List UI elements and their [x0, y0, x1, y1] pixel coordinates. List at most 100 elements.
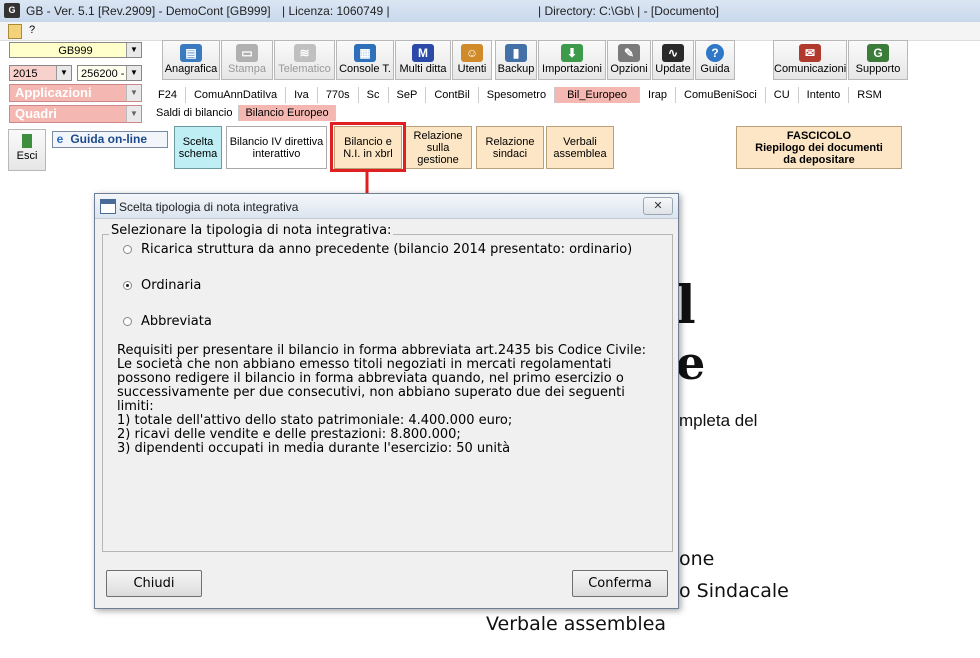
menu-bar: ?	[0, 22, 980, 41]
year-select[interactable]: 2015 ▼	[9, 65, 72, 81]
scelta-schema-button[interactable]: Scelta schema	[174, 126, 222, 169]
tab-contbil[interactable]: ContBil	[426, 87, 479, 103]
opzioni-button[interactable]: ✎ Opzioni	[607, 40, 651, 80]
requirements-line: possono redigere il bilancio in forma ab…	[117, 371, 624, 386]
chevron-down-icon[interactable]: ▼	[126, 85, 141, 101]
radio-abbreviata[interactable]: Abbreviata	[123, 314, 323, 330]
dialog-title-bar[interactable]: Scelta tipologia di nota integrativa ✕	[95, 194, 678, 219]
tab-saldi-di-bilancio[interactable]: Saldi di bilancio	[150, 105, 240, 121]
radio-button[interactable]	[123, 245, 132, 254]
requirements-line: 2) ricavi delle vendite e delle prestazi…	[117, 427, 461, 442]
radio-button-selected[interactable]	[123, 281, 132, 290]
multi-ditta-button[interactable]: M Multi ditta	[395, 40, 451, 80]
chevron-down-icon[interactable]: ▼	[126, 66, 141, 80]
module-tabs: F24 ComuAnnDatiIva Iva 770s Sc SeP ContB…	[150, 87, 890, 103]
verbali-button[interactable]: Verbali assemblea	[546, 126, 614, 169]
fascicolo-button[interactable]: FASCICOLO Riepilogo dei documenti da dep…	[736, 126, 902, 169]
importazioni-button[interactable]: ⬇ Importazioni	[538, 40, 606, 80]
company-select[interactable]: GB999 ▼	[9, 42, 142, 58]
comunicazioni-label: Comunicazioni	[774, 63, 847, 75]
guida-online-label: Guida on-line	[70, 132, 148, 146]
applicazioni-select[interactable]: Applicazioni ▼	[9, 84, 142, 102]
update-button[interactable]: ∿ Update	[652, 40, 694, 80]
tab-comuanndatiiva[interactable]: ComuAnnDatiIva	[186, 87, 287, 103]
guida-online-button[interactable]: e Guida on-line	[52, 131, 168, 148]
relazione-gestione-button[interactable]: Relazione sulla gestione	[404, 126, 472, 169]
esci-label: Esci	[16, 150, 38, 162]
supporto-label: Supporto	[855, 63, 901, 75]
supporto-button[interactable]: G Supporto	[848, 40, 908, 80]
update-icon: ∿	[662, 44, 684, 62]
tab-irap[interactable]: Irap	[640, 87, 676, 103]
bg-text-sindacale: o Sindacale	[679, 580, 789, 602]
quadri-label: Quadri	[15, 106, 57, 121]
tab-bil-europeo[interactable]: Bil_Europeo	[555, 87, 641, 103]
fascicolo-line3: da depositare	[783, 153, 855, 166]
chevron-down-icon[interactable]: ▼	[126, 43, 141, 57]
tab-bilancio-europeo[interactable]: Bilancio Europeo	[239, 105, 336, 121]
guida-button[interactable]: ? Guida	[695, 40, 735, 80]
tab-intento[interactable]: Intento	[799, 87, 850, 103]
multi-ditta-label: Multi ditta	[399, 63, 447, 75]
comunicazioni-icon: ✉	[799, 44, 821, 62]
tab-sep[interactable]: SeP	[389, 87, 427, 103]
wrench-icon: ✎	[618, 44, 640, 62]
quadri-select[interactable]: Quadri ▼	[9, 105, 142, 123]
chevron-down-icon[interactable]: ▼	[126, 106, 141, 122]
verbali-label: Verbali assemblea	[553, 135, 607, 160]
document-icon[interactable]	[8, 24, 22, 39]
tab-rsm[interactable]: RSM	[849, 87, 889, 103]
help-menu[interactable]: ?	[29, 24, 35, 36]
relazione-gestione-label: Relazione sulla gestione	[413, 129, 463, 166]
requirements-line: Requisiti per presentare il bilancio in …	[117, 343, 647, 358]
printer-icon: ▭	[236, 44, 258, 62]
close-icon[interactable]: ✕	[643, 197, 673, 215]
code-select[interactable]: 256200 - ▼	[77, 65, 142, 81]
console-button[interactable]: ▦ Console T.	[336, 40, 394, 80]
esci-button[interactable]: Esci	[8, 129, 46, 171]
group-label: Selezionare la tipologia di nota integra…	[109, 223, 394, 238]
requirements-line: limiti:	[117, 399, 154, 414]
fascicolo-title: FASCICOLO	[786, 129, 852, 142]
help-icon: ?	[706, 44, 724, 62]
tab-comubenisoci[interactable]: ComuBeniSoci	[676, 87, 766, 103]
radio-button[interactable]	[123, 317, 132, 326]
tab-cu[interactable]: CU	[766, 87, 799, 103]
tab-spesometro[interactable]: Spesometro	[479, 87, 556, 103]
conferma-button[interactable]: Conferma	[572, 570, 668, 597]
radio-ricarica-label: Ricarica struttura da anno precedente (b…	[141, 242, 633, 257]
telematico-button[interactable]: ≋ Telematico	[274, 40, 335, 80]
exit-icon	[22, 134, 32, 148]
relazione-sindaci-button[interactable]: Relazione sindaci	[476, 126, 544, 169]
book-icon: ▤	[180, 44, 202, 62]
code-value: 256200 -	[81, 68, 125, 80]
console-icon: ▦	[354, 44, 376, 62]
requirements-line: 3) dipendenti occupati in media durante …	[117, 441, 511, 456]
anagrafica-button[interactable]: ▤ Anagrafica	[162, 40, 220, 80]
radio-ordinaria[interactable]: Ordinaria	[123, 278, 323, 294]
tab-iva[interactable]: Iva	[286, 87, 318, 103]
opzioni-label: Opzioni	[610, 63, 648, 75]
tab-sc[interactable]: Sc	[359, 87, 389, 103]
chiudi-button[interactable]: Chiudi	[106, 570, 202, 597]
telematico-label: Telematico	[278, 63, 331, 75]
bg-text-verbale: Verbale assemblea	[486, 613, 667, 635]
bilancio-iv-button[interactable]: Bilancio IV direttiva interattivo	[226, 126, 327, 169]
company-value: GB999	[58, 45, 93, 57]
utenti-button[interactable]: ☺ Utenti	[452, 40, 492, 80]
comunicazioni-button[interactable]: ✉ Comunicazioni	[773, 40, 847, 80]
tab-f24[interactable]: F24	[150, 87, 186, 103]
requirements-line: 1) totale dell'attivo dello stato patrim…	[117, 413, 513, 428]
backup-label: Backup	[497, 63, 535, 75]
tab-770s[interactable]: 770s	[318, 87, 359, 103]
requirements-text: Requisiti per presentare il bilancio in …	[117, 344, 667, 456]
stampa-button[interactable]: ▭ Stampa	[221, 40, 273, 80]
radio-ordinaria-label: Ordinaria	[141, 278, 202, 293]
nota-integrativa-dialog: Scelta tipologia di nota integrativa ✕ S…	[94, 193, 679, 609]
directory-text: | Directory: C:\Gb\ | - [Documento]	[538, 4, 719, 18]
relazione-sindaci-label: Relazione sindaci	[485, 135, 535, 160]
highlight-box	[330, 122, 406, 172]
radio-ricarica[interactable]: Ricarica struttura da anno precedente (b…	[123, 242, 663, 258]
chevron-down-icon[interactable]: ▼	[56, 66, 71, 80]
backup-button[interactable]: ▮ Backup	[495, 40, 537, 80]
